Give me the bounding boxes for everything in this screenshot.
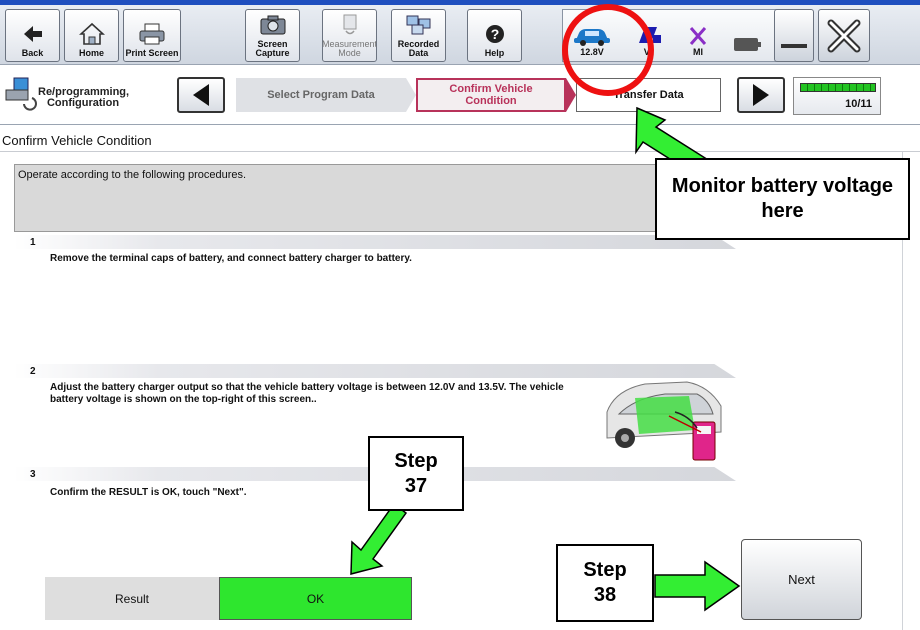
result-value: OK	[219, 577, 412, 620]
device-battery-status	[723, 12, 773, 60]
print-screen-button[interactable]: Print Screen	[123, 9, 181, 62]
camera-icon	[253, 10, 293, 40]
progress-bar	[800, 83, 876, 92]
app-window: Back Home Print Screen Screen Capture Me…	[0, 0, 920, 630]
chevron-right-icon	[566, 78, 576, 112]
measurement-mode-button[interactable]: Measurement Mode	[322, 9, 377, 62]
close-icon	[827, 19, 861, 52]
step-37-callout: Step 37	[368, 436, 464, 511]
triangle-right-icon	[753, 84, 769, 106]
step-text-2: Adjust the battery charger output so tha…	[50, 382, 564, 405]
screen-capture-label: Screen Capture	[255, 39, 290, 58]
chevron-right-icon	[406, 78, 416, 112]
step-text-3: Confirm the RESULT is OK, touch "Next".	[50, 487, 247, 498]
mi-label: MI	[693, 47, 703, 57]
battery-icon	[734, 38, 761, 51]
step-text-1: Remove the terminal caps of battery, and…	[50, 253, 412, 264]
breadcrumb-section-label: Re/programming, Configuration	[38, 86, 130, 109]
recorded-data-button[interactable]: Recorded Data	[391, 9, 446, 62]
minimize-icon	[781, 44, 807, 48]
battery-highlight-circle	[562, 4, 654, 96]
toolbar: Back Home Print Screen Screen Capture Me…	[0, 5, 920, 65]
progress-counter: 10/11	[845, 98, 872, 110]
help-icon: ?	[475, 19, 515, 49]
previous-step-button[interactable]	[177, 77, 225, 113]
step-confirm-vehicle-condition: Confirm Vehicle Condition	[416, 78, 566, 112]
printer-icon	[132, 19, 172, 49]
screen-capture-button[interactable]: Screen Capture	[245, 9, 300, 62]
battery-charger-illustration	[606, 381, 722, 461]
page-title: Confirm Vehicle Condition	[0, 126, 920, 152]
step-header-1: 1	[14, 235, 736, 249]
minimize-button[interactable]	[774, 9, 814, 62]
mi-disconnected-icon	[689, 27, 707, 45]
result-label: Result	[45, 577, 219, 620]
progress-fill	[801, 84, 875, 91]
recorded-data-icon	[399, 10, 439, 40]
measurement-icon	[330, 10, 370, 40]
step-38-callout: Step 38	[556, 544, 654, 622]
triangle-left-icon	[193, 84, 209, 106]
result-row: Result OK	[45, 577, 412, 620]
next-step-arrow-button[interactable]	[737, 77, 785, 113]
home-button[interactable]: Home	[64, 9, 119, 62]
help-button[interactable]: ? Help	[467, 9, 522, 62]
instruction-box: Operate according to the following proce…	[14, 164, 754, 232]
step-progress: 10/11	[793, 77, 881, 115]
home-icon	[72, 19, 112, 49]
back-arrow-icon	[13, 19, 53, 49]
battery-callout: Monitor battery voltage here	[655, 158, 910, 240]
svg-text:?: ?	[490, 26, 499, 42]
wizard-breadcrumb: Re/programming, Configuration Select Pro…	[0, 65, 920, 125]
close-button[interactable]	[818, 9, 870, 62]
reprogramming-icon	[5, 77, 37, 111]
next-button[interactable]: Next	[741, 539, 862, 620]
step-select-program-data: Select Program Data	[236, 78, 406, 112]
mi-status: MI	[673, 12, 723, 60]
back-button[interactable]: Back	[5, 9, 60, 62]
